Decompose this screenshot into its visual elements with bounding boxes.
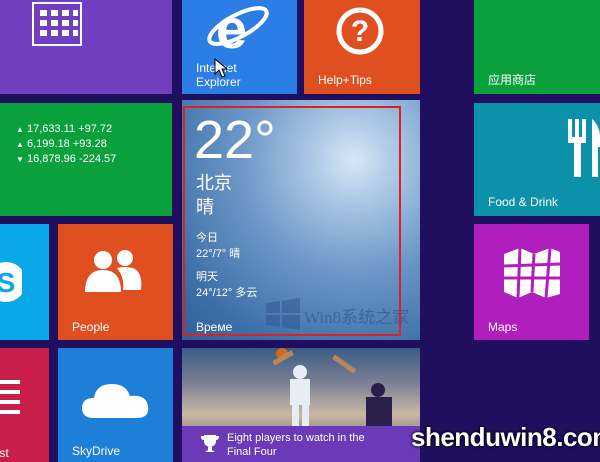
question-icon: ? — [336, 7, 384, 55]
sports-caption: Eight players to watch in the Final Four — [227, 431, 365, 459]
help-tips-label: Help+Tips — [318, 73, 372, 87]
maps-label: Maps — [488, 320, 518, 334]
skydrive-tile[interactable]: SkyDrive — [58, 348, 173, 462]
sports-caption-bar: Eight players to watch in the Final Four — [182, 426, 420, 462]
food-drink-label: Food & Drink — [488, 195, 559, 209]
people-tile[interactable]: People — [58, 224, 173, 340]
internet-explorer-icon: e — [207, 0, 269, 60]
list-label: List — [0, 446, 9, 460]
arrow-down-icon: ▼ — [16, 155, 24, 164]
sports-caption-line1: Eight players to watch in the — [227, 432, 365, 444]
finance-tile[interactable]: ▲ 17,633.11 +97.72 ▲ 6,199.18 +93.28 ▼ 1… — [0, 103, 172, 216]
trophy-icon — [201, 435, 219, 452]
fork-knife-icon — [568, 119, 600, 177]
sports-photo — [272, 348, 392, 426]
skydrive-label: SkyDrive — [72, 444, 121, 458]
finance-rows: ▲ 17,633.11 +97.72 ▲ 6,199.18 +93.28 ▼ 1… — [16, 122, 116, 167]
arrow-up-icon: ▲ — [16, 125, 24, 134]
svg-text:?: ? — [351, 15, 369, 48]
help-tips-tile[interactable]: ? Help+Tips — [304, 0, 420, 94]
people-label: People — [72, 320, 110, 334]
finance-row: ▲ 6,199.18 +93.28 — [16, 137, 116, 152]
finance-row: ▼ 16,878.96 -224.57 — [16, 152, 116, 167]
calendar-icon — [32, 2, 82, 46]
internet-explorer-tile[interactable]: e Internet Explorer — [182, 0, 297, 94]
food-drink-tile[interactable]: Food & Drink — [474, 103, 600, 216]
people-icon — [85, 250, 142, 292]
sports-tile[interactable]: Eight players to watch in the Final Four — [182, 348, 420, 462]
watermark-corner: shenduwin8.com — [411, 422, 600, 452]
skype-icon: S — [0, 262, 22, 302]
maps-tile[interactable]: Maps — [474, 224, 589, 340]
cloud-icon — [82, 384, 149, 418]
finance-value: 17,633.11 +97.72 — [26, 123, 113, 135]
list-tile[interactable]: List — [0, 348, 49, 462]
finance-value: 16,878.96 -224.57 — [26, 153, 117, 165]
skype-tile[interactable]: S — [0, 224, 49, 340]
svg-text:e: e — [216, 0, 247, 60]
finance-value: 6,199.18 +93.28 — [26, 138, 107, 150]
sports-caption-line2: Final Four — [227, 446, 277, 458]
highlight-frame — [183, 106, 401, 336]
list-icon — [0, 380, 20, 414]
arrow-up-icon: ▲ — [16, 140, 24, 149]
calendar-tile[interactable] — [0, 0, 172, 94]
store-label: 应用商店 — [488, 73, 537, 87]
finance-row: ▲ 17,633.11 +97.72 — [16, 122, 116, 137]
map-icon — [503, 247, 561, 298]
svg-text:S: S — [0, 267, 15, 298]
mouse-cursor-icon — [214, 58, 228, 78]
store-tile[interactable]: 应用商店 — [474, 0, 600, 94]
